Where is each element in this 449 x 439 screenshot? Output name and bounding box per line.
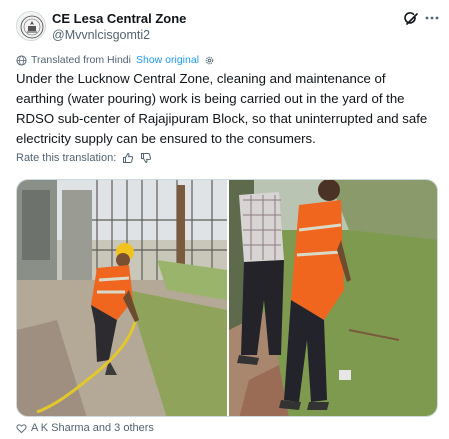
liked-by[interactable]: A K Sharma and 3 others	[16, 422, 154, 434]
liked-by-label: A K Sharma and 3 others	[31, 422, 154, 434]
thumb-up-icon[interactable]	[122, 152, 134, 164]
author-avatar[interactable]	[16, 11, 46, 41]
media-grid	[16, 179, 438, 417]
rate-translation: Rate this translation:	[16, 152, 152, 164]
grok-icon[interactable]	[404, 11, 420, 27]
author-name[interactable]: CE Lesa Central Zone	[52, 11, 186, 26]
globe-icon	[16, 54, 27, 66]
more-options-icon[interactable]	[423, 10, 441, 26]
gear-icon[interactable]	[204, 55, 215, 66]
emblem-logo-icon	[18, 13, 45, 40]
rate-translation-label: Rate this translation:	[16, 152, 117, 164]
show-original-link[interactable]: Show original	[136, 54, 199, 66]
author-handle[interactable]: @Mvvnlcisgomti2	[52, 28, 150, 42]
translated-from-label: Translated from Hindi	[31, 54, 131, 66]
thumb-down-icon[interactable]	[140, 152, 152, 164]
translation-note: Translated from Hindi Show original	[16, 54, 215, 66]
post-text: Under the Lucknow Central Zone, cleaning…	[16, 71, 428, 146]
post-card: CE Lesa Central Zone @Mvvnlcisgomti2 Tra…	[0, 0, 449, 439]
photo-worker-with-hose[interactable]	[17, 180, 227, 416]
photo-workers-grounds[interactable]	[229, 180, 437, 416]
heart-icon	[16, 423, 27, 433]
